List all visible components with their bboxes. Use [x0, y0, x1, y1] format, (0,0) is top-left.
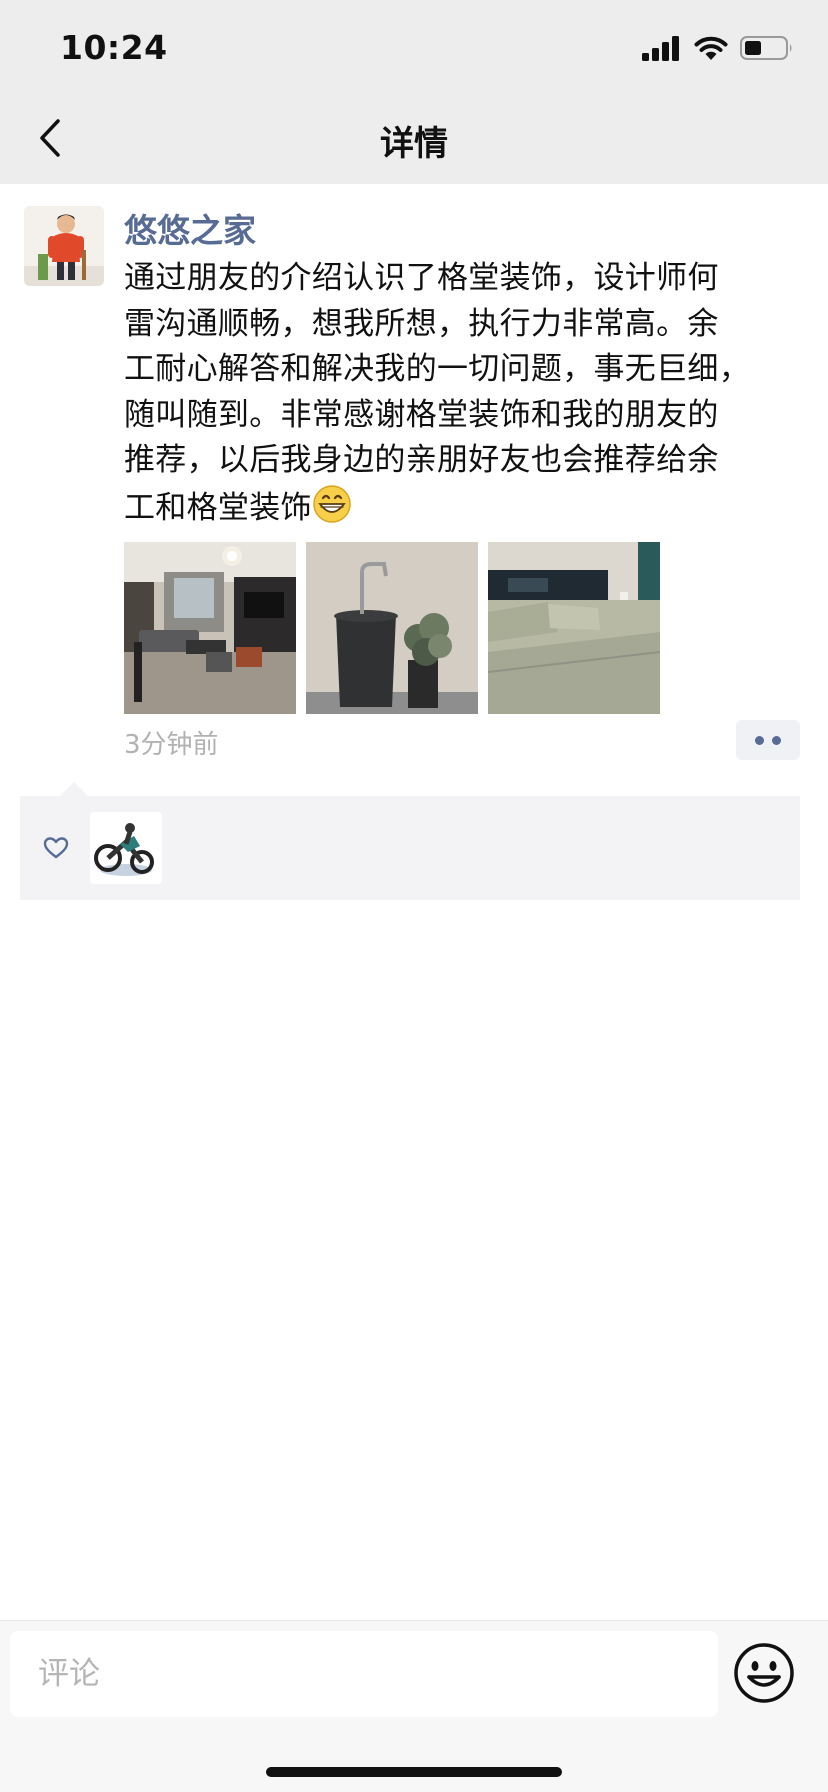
content-line: 推荐，以后我身边的亲朋好友也会推荐给余	[124, 442, 719, 478]
content-line: 工耐心解答和解决我的一切问题，事无巨细，	[124, 351, 750, 387]
two-dots-icon	[755, 735, 781, 745]
photo-grid	[124, 542, 660, 714]
status-icons	[642, 33, 794, 63]
likes-arrow	[60, 782, 88, 796]
content-line: 雷沟通顺畅，想我所想，执行力非常高。余	[124, 305, 719, 342]
grinning-face-emoji	[312, 484, 352, 538]
battery-icon	[740, 36, 792, 60]
post-timestamp: 3分钟前	[124, 730, 219, 760]
author-avatar[interactable]	[24, 206, 104, 286]
liker-avatar[interactable]	[90, 812, 162, 884]
comment-bar	[0, 1620, 828, 1792]
wifi-icon	[694, 36, 728, 60]
content-last-line: 工和格堂装饰	[124, 484, 804, 538]
cellular-signal-icon	[642, 36, 679, 61]
page-title: 详情	[380, 124, 448, 164]
home-indicator	[266, 1767, 562, 1777]
likes-section	[20, 782, 800, 900]
avatar-child-image	[24, 206, 104, 286]
comment-input[interactable]	[10, 1631, 718, 1717]
status-time: 10:24	[60, 28, 168, 67]
bedroom-photo[interactable]	[488, 542, 660, 714]
nav-bar: 详情	[0, 92, 828, 184]
content-line: 随叫随到。非常感谢格堂装饰和我的朋友的	[124, 396, 719, 433]
post-content: 通过朋友的介绍认识了格堂装饰，设计师何 雷沟通顺畅，想我所想，执行力非常高。余 …	[124, 256, 804, 537]
washbasin-photo[interactable]	[306, 542, 478, 714]
emoji-button[interactable]	[732, 1641, 796, 1705]
more-actions-button[interactable]	[736, 720, 800, 760]
author-name[interactable]: 悠悠之家	[124, 204, 256, 252]
smiley-face-icon	[734, 1643, 794, 1703]
content-line: 通过朋友的介绍认识了格堂装饰，设计师何	[124, 260, 719, 296]
content-line: 工和格堂装饰	[124, 489, 312, 526]
living-room-photo[interactable]	[124, 542, 296, 714]
status-bar: 10:24	[0, 0, 828, 92]
motorcycle-avatar	[90, 812, 162, 884]
heart-outline-icon	[43, 837, 69, 859]
